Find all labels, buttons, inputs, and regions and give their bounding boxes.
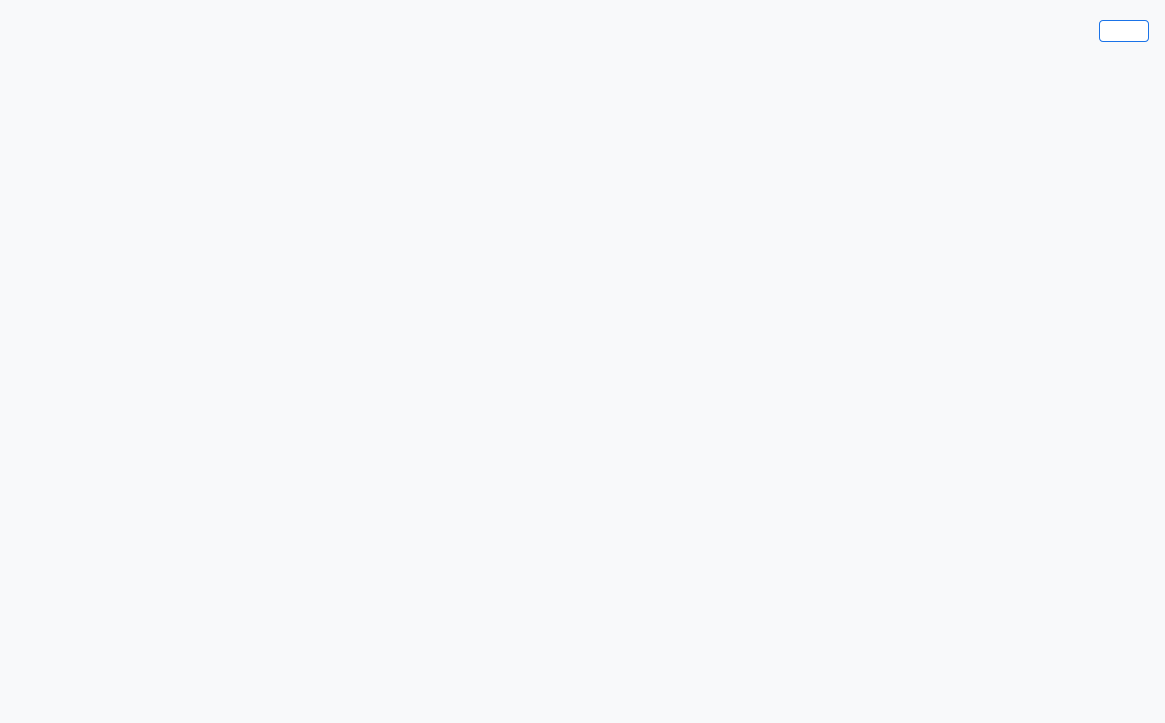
view-all-button[interactable] bbox=[1099, 20, 1149, 42]
section-header bbox=[16, 20, 1149, 42]
